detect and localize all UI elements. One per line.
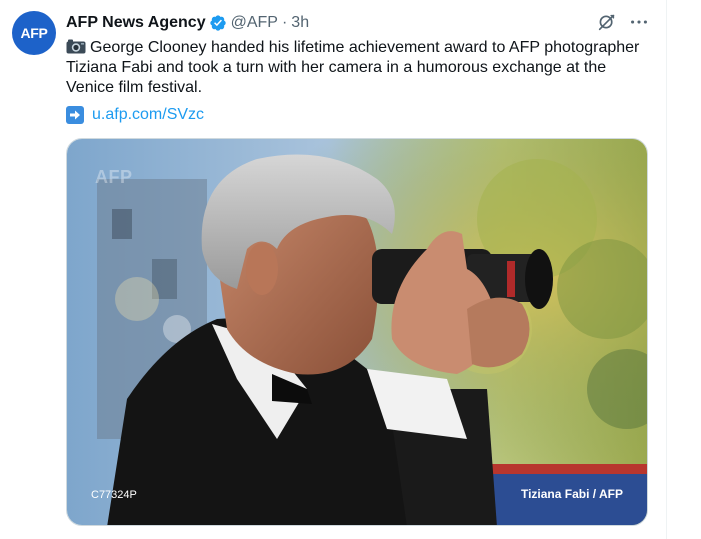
verified-badge-icon: [209, 15, 226, 31]
author-name[interactable]: AFP News Agency: [66, 14, 206, 32]
tweet-body: George Clooney handed his lifetime achie…: [66, 39, 640, 96]
photo-code: C77324P: [91, 489, 137, 501]
tweet-text: George Clooney handed his lifetime achie…: [66, 38, 656, 98]
right-arrow-emoji-icon: [66, 106, 84, 124]
avatar[interactable]: AFP: [12, 11, 56, 55]
avatar-label: AFP: [20, 25, 48, 41]
timeline-divider: [666, 0, 667, 539]
tweet-header: AFP News Agency @AFP · 3h: [66, 12, 309, 34]
timestamp[interactable]: 3h: [291, 14, 309, 32]
grok-icon[interactable]: [596, 11, 618, 33]
author-handle[interactable]: @AFP: [231, 14, 278, 32]
photo-credit: Tiziana Fabi / AFP: [520, 487, 623, 501]
more-options-icon[interactable]: [628, 11, 650, 33]
tweet-link[interactable]: u.afp.com/SVzc: [92, 106, 204, 124]
separator-dot: ·: [281, 14, 288, 31]
tweet-photo[interactable]: AFP C77324P Tiziana Fabi / AFP: [66, 138, 648, 526]
camera-emoji-icon: [66, 39, 86, 54]
link-row: u.afp.com/SVzc: [66, 105, 204, 125]
tweet-actions-top: [596, 11, 650, 33]
photo-clooney-camera: [67, 139, 647, 525]
photo-watermark: AFP: [95, 167, 133, 187]
